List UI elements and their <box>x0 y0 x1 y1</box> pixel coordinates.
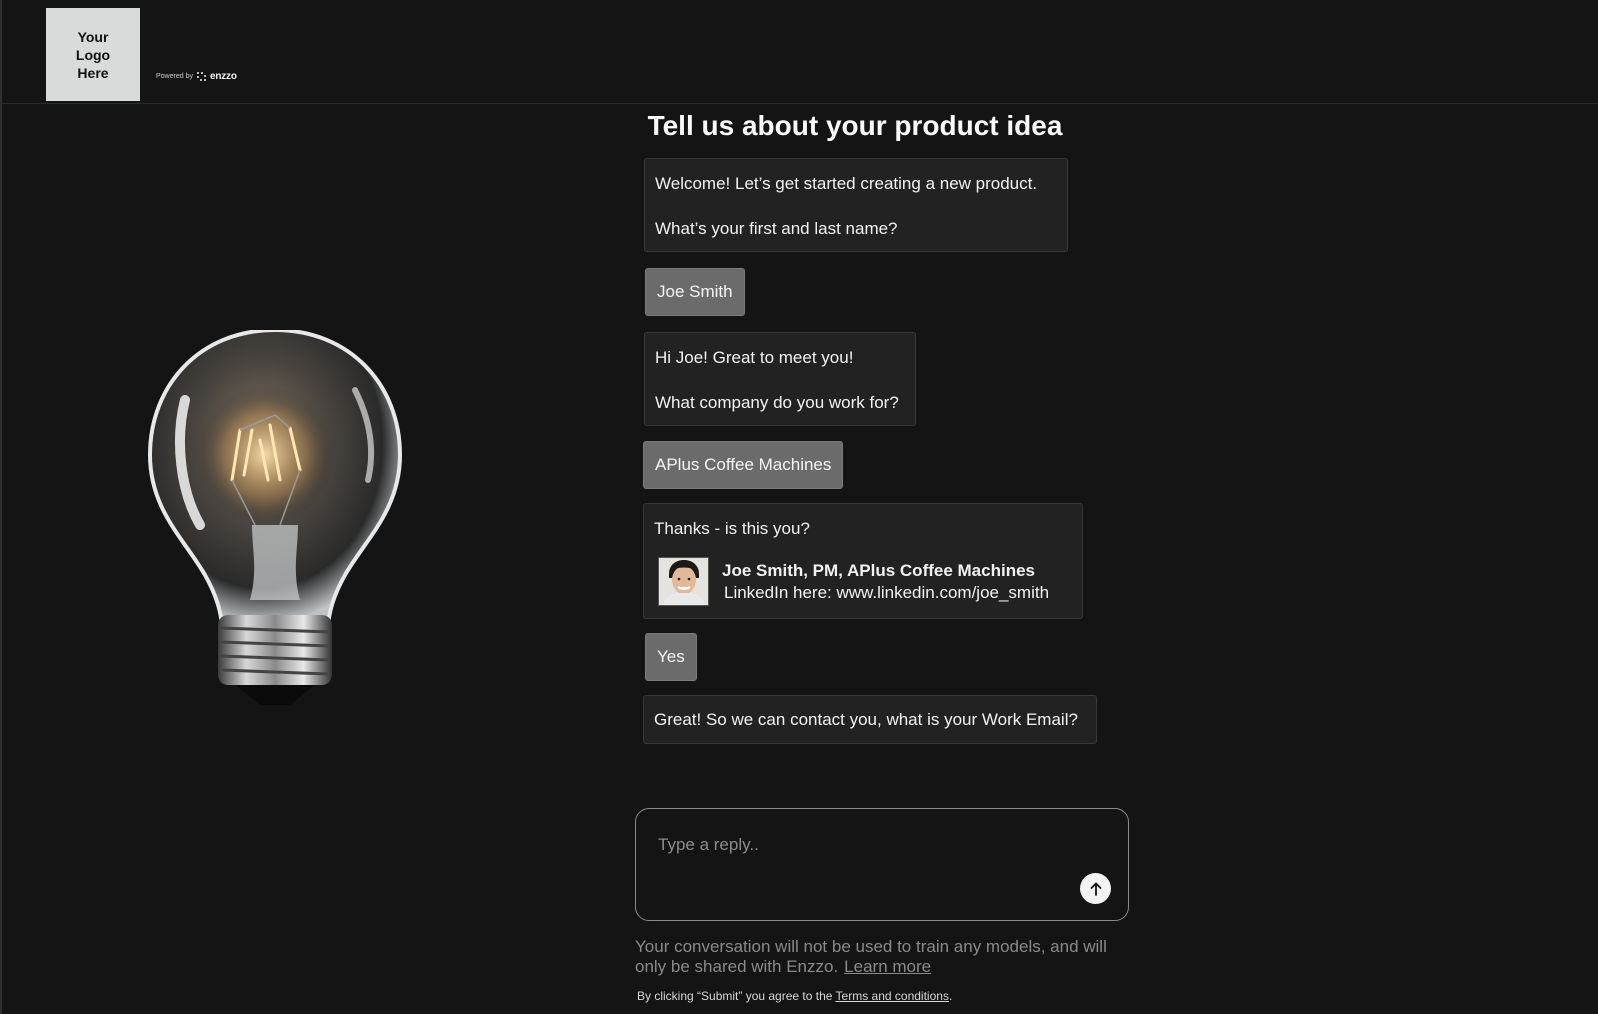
bot-message-text: What company do you work for? <box>655 393 899 412</box>
user-message-text: APlus Coffee Machines <box>655 455 832 474</box>
user-message: APlus Coffee Machines <box>643 441 844 489</box>
logo-text: Your Logo Here <box>75 28 111 81</box>
enzzo-brand: enzzo <box>209 71 237 82</box>
reply-input-box <box>635 808 1129 921</box>
terms-link[interactable]: Terms and conditions <box>836 989 949 1003</box>
learn-more-link[interactable]: Learn more <box>844 957 931 976</box>
header: Your Logo Here Powered by enzzo <box>0 0 1598 104</box>
profile-name: Joe Smith, PM, APlus Coffee Machines <box>722 560 1035 580</box>
profile-card[interactable]: Joe Smith, PM, APlus Coffee Machines Lin… <box>658 557 1072 606</box>
user-message-text: Yes <box>657 647 685 666</box>
logo-placeholder[interactable]: Your Logo Here <box>46 8 140 101</box>
user-message: Joe Smith <box>645 268 745 316</box>
powered-by[interactable]: Powered by enzzo <box>156 71 237 82</box>
bot-message: Welcome! Let’s get started creating a ne… <box>644 158 1068 252</box>
avatar-photo <box>659 558 708 605</box>
bot-message-text: Thanks - is this you? <box>654 519 810 538</box>
send-button[interactable] <box>1080 873 1111 904</box>
arrow-up-icon <box>1090 882 1101 896</box>
reply-input[interactable] <box>656 833 1080 877</box>
bot-message-text: Hi Joe! Great to meet you! <box>655 348 854 367</box>
terms-suffix: . <box>948 989 953 1003</box>
lightbulb-image <box>147 327 403 705</box>
privacy-disclaimer: Your conversation will not be used to tr… <box>635 937 1135 977</box>
bot-message-text: Great! So we can contact you, what is yo… <box>654 710 1078 729</box>
avatar <box>658 557 709 606</box>
powered-by-label: Powered by <box>156 73 193 80</box>
window-edge <box>0 0 2 1014</box>
lightbulb-illustration <box>140 327 420 725</box>
bot-message: Hi Joe! Great to meet you! What company … <box>644 332 916 426</box>
terms-prefix: By clicking “Submit” you agree to the <box>637 989 833 1003</box>
bot-message-text: What’s your first and last name? <box>655 219 898 238</box>
bot-message-text: Welcome! Let’s get started creating a ne… <box>655 174 1038 193</box>
user-message-text: Joe Smith <box>657 282 733 301</box>
bot-message-profile: Thanks - is this you? Joe Smith, PM, APl… <box>643 503 1083 619</box>
page-title: Tell us about your product idea <box>647 110 1063 141</box>
user-message: Yes <box>645 633 697 681</box>
terms-notice: By clicking “Submit” you agree to the Te… <box>637 989 952 1003</box>
enzzo-logo-icon <box>196 72 206 81</box>
bot-message: Great! So we can contact you, what is yo… <box>643 695 1097 744</box>
linkedin-link[interactable]: LinkedIn here: www.linkedin.com/joe_smit… <box>724 582 1049 604</box>
